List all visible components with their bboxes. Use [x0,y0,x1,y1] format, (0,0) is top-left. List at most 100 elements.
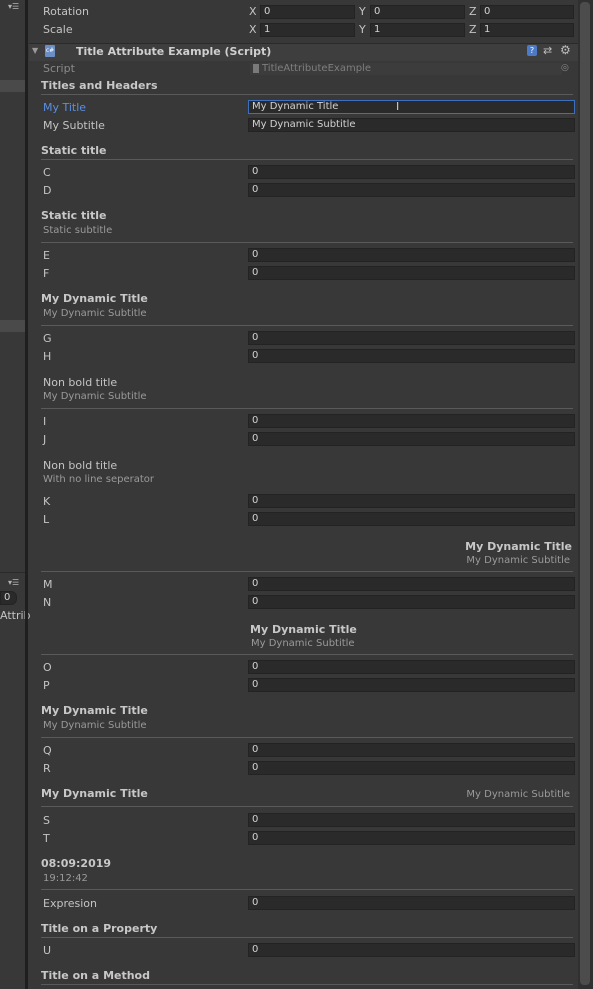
left-panel-divider [0,572,25,573]
field-i[interactable]: 0 [248,414,575,428]
separator [41,984,573,985]
static-title-header: Static title [41,209,107,222]
field-j[interactable]: 0 [248,432,575,446]
non-bold-title: Non bold title [43,459,118,472]
script-file-icon [253,64,259,73]
separator [41,325,573,326]
date-title: 08:09:2019 [41,857,112,870]
rotation-y-field[interactable]: 0 [370,5,465,19]
dynamic-title-header: My Dynamic Title [41,292,148,305]
scale-y-axis[interactable]: Y [359,23,366,36]
left-panel: ▾☰ ▾☰ 0 Attrib [0,0,31,989]
field-e[interactable]: 0 [248,248,575,262]
scale-y-field[interactable]: 1 [370,23,465,37]
left-panel-field[interactable]: 0 [0,591,17,605]
gear-icon[interactable]: ⚙ [560,43,571,57]
script-icon: c# [45,45,55,57]
menu-icon[interactable]: ▾☰ [8,578,20,587]
panel-divider[interactable] [25,0,28,989]
field-label-t: T [43,832,50,845]
field-label-u: U [43,944,52,957]
non-bold-subtitle: With no line seperator [43,474,154,485]
left-panel-selected-row[interactable] [0,80,25,92]
rotation-x-axis[interactable]: X [249,5,257,18]
dynamic-title-header-center: My Dynamic Title [250,623,357,636]
component-title[interactable]: Title Attribute Example (Script) [76,45,271,58]
dynamic-title-header: My Dynamic Title [41,704,148,717]
dynamic-subtitle-center: My Dynamic Subtitle [251,638,355,649]
scale-z-field[interactable]: 1 [480,23,574,37]
title-on-property-header: Title on a Property [41,922,158,935]
separator [41,242,573,243]
field-label-n: N [43,596,52,609]
dynamic-subtitle: My Dynamic Subtitle [43,308,147,319]
rotation-z-field[interactable]: 0 [480,5,574,19]
script-label: Script [43,62,75,75]
scale-x-field[interactable]: 1 [260,23,355,37]
preset-icon[interactable]: ⇄ [543,44,552,57]
rotation-label: Rotation [43,5,90,18]
dynamic-subtitle-right: My Dynamic Subtitle [466,555,570,566]
rotation-x-field[interactable]: 0 [260,5,355,19]
field-label-o: O [43,661,52,674]
menu-icon[interactable]: ▾☰ [8,2,20,11]
separator [41,889,573,890]
field-g[interactable]: 0 [248,331,575,345]
field-label-l: L [43,513,50,526]
field-k[interactable]: 0 [248,494,575,508]
field-m[interactable]: 0 [248,577,575,591]
help-icon[interactable]: ? [527,45,537,56]
field-l[interactable]: 0 [248,512,575,526]
field-p[interactable]: 0 [248,678,575,692]
field-label-m: M [43,578,53,591]
foldout-arrow-icon[interactable]: ▼ [32,46,38,55]
rotation-z-axis[interactable]: Z [469,5,477,18]
scale-z-axis[interactable]: Z [469,23,477,36]
non-bold-subtitle: My Dynamic Subtitle [43,391,147,402]
field-c[interactable]: 0 [248,165,575,179]
field-r[interactable]: 0 [248,761,575,775]
field-label-r: R [43,762,51,775]
field-t[interactable]: 0 [248,831,575,845]
field-label-d: D [43,184,52,197]
separator [41,571,573,572]
field-label-i: I [43,415,47,428]
field-label-j: J [43,433,47,446]
object-picker-icon[interactable]: ◎ [561,63,569,73]
text-cursor-icon: Ⅰ [396,100,400,113]
field-f[interactable]: 0 [248,266,575,280]
my-subtitle-input[interactable]: My Dynamic Subtitle [248,118,575,132]
left-panel-selected-row-2[interactable] [0,320,25,332]
rotation-y-axis[interactable]: Y [359,5,366,18]
scale-x-axis[interactable]: X [249,23,257,36]
field-label-s: S [43,814,50,827]
separator [41,806,573,807]
field-s[interactable]: 0 [248,813,575,827]
separator [41,654,573,655]
field-label-e: E [43,249,50,262]
separator [41,159,573,160]
dynamic-subtitle: My Dynamic Subtitle [43,720,147,731]
scrollbar-thumb[interactable] [580,2,590,985]
script-field: TitleAttributeExample [250,63,562,75]
expresion-field[interactable]: 0 [248,896,575,910]
dynamic-title-header-right: My Dynamic Title [465,540,572,553]
dynamic-subtitle-right: My Dynamic Subtitle [466,789,570,800]
my-title-label: My Title [43,101,87,114]
field-o[interactable]: 0 [248,660,575,674]
my-title-input[interactable]: My Dynamic Title [248,100,575,114]
field-q[interactable]: 0 [248,743,575,757]
field-label-q: Q [43,744,52,757]
field-label-k: K [43,495,51,508]
field-u[interactable]: 0 [248,943,575,957]
static-subtitle: Static subtitle [43,225,113,236]
field-d[interactable]: 0 [248,183,575,197]
separator [41,937,573,938]
field-label-g: G [43,332,52,345]
separator [41,408,573,409]
field-h[interactable]: 0 [248,349,575,363]
field-label-p: P [43,679,50,692]
dynamic-title-header: My Dynamic Title [41,787,148,800]
field-n[interactable]: 0 [248,595,575,609]
time-subtitle: 19:12:42 [43,873,88,884]
